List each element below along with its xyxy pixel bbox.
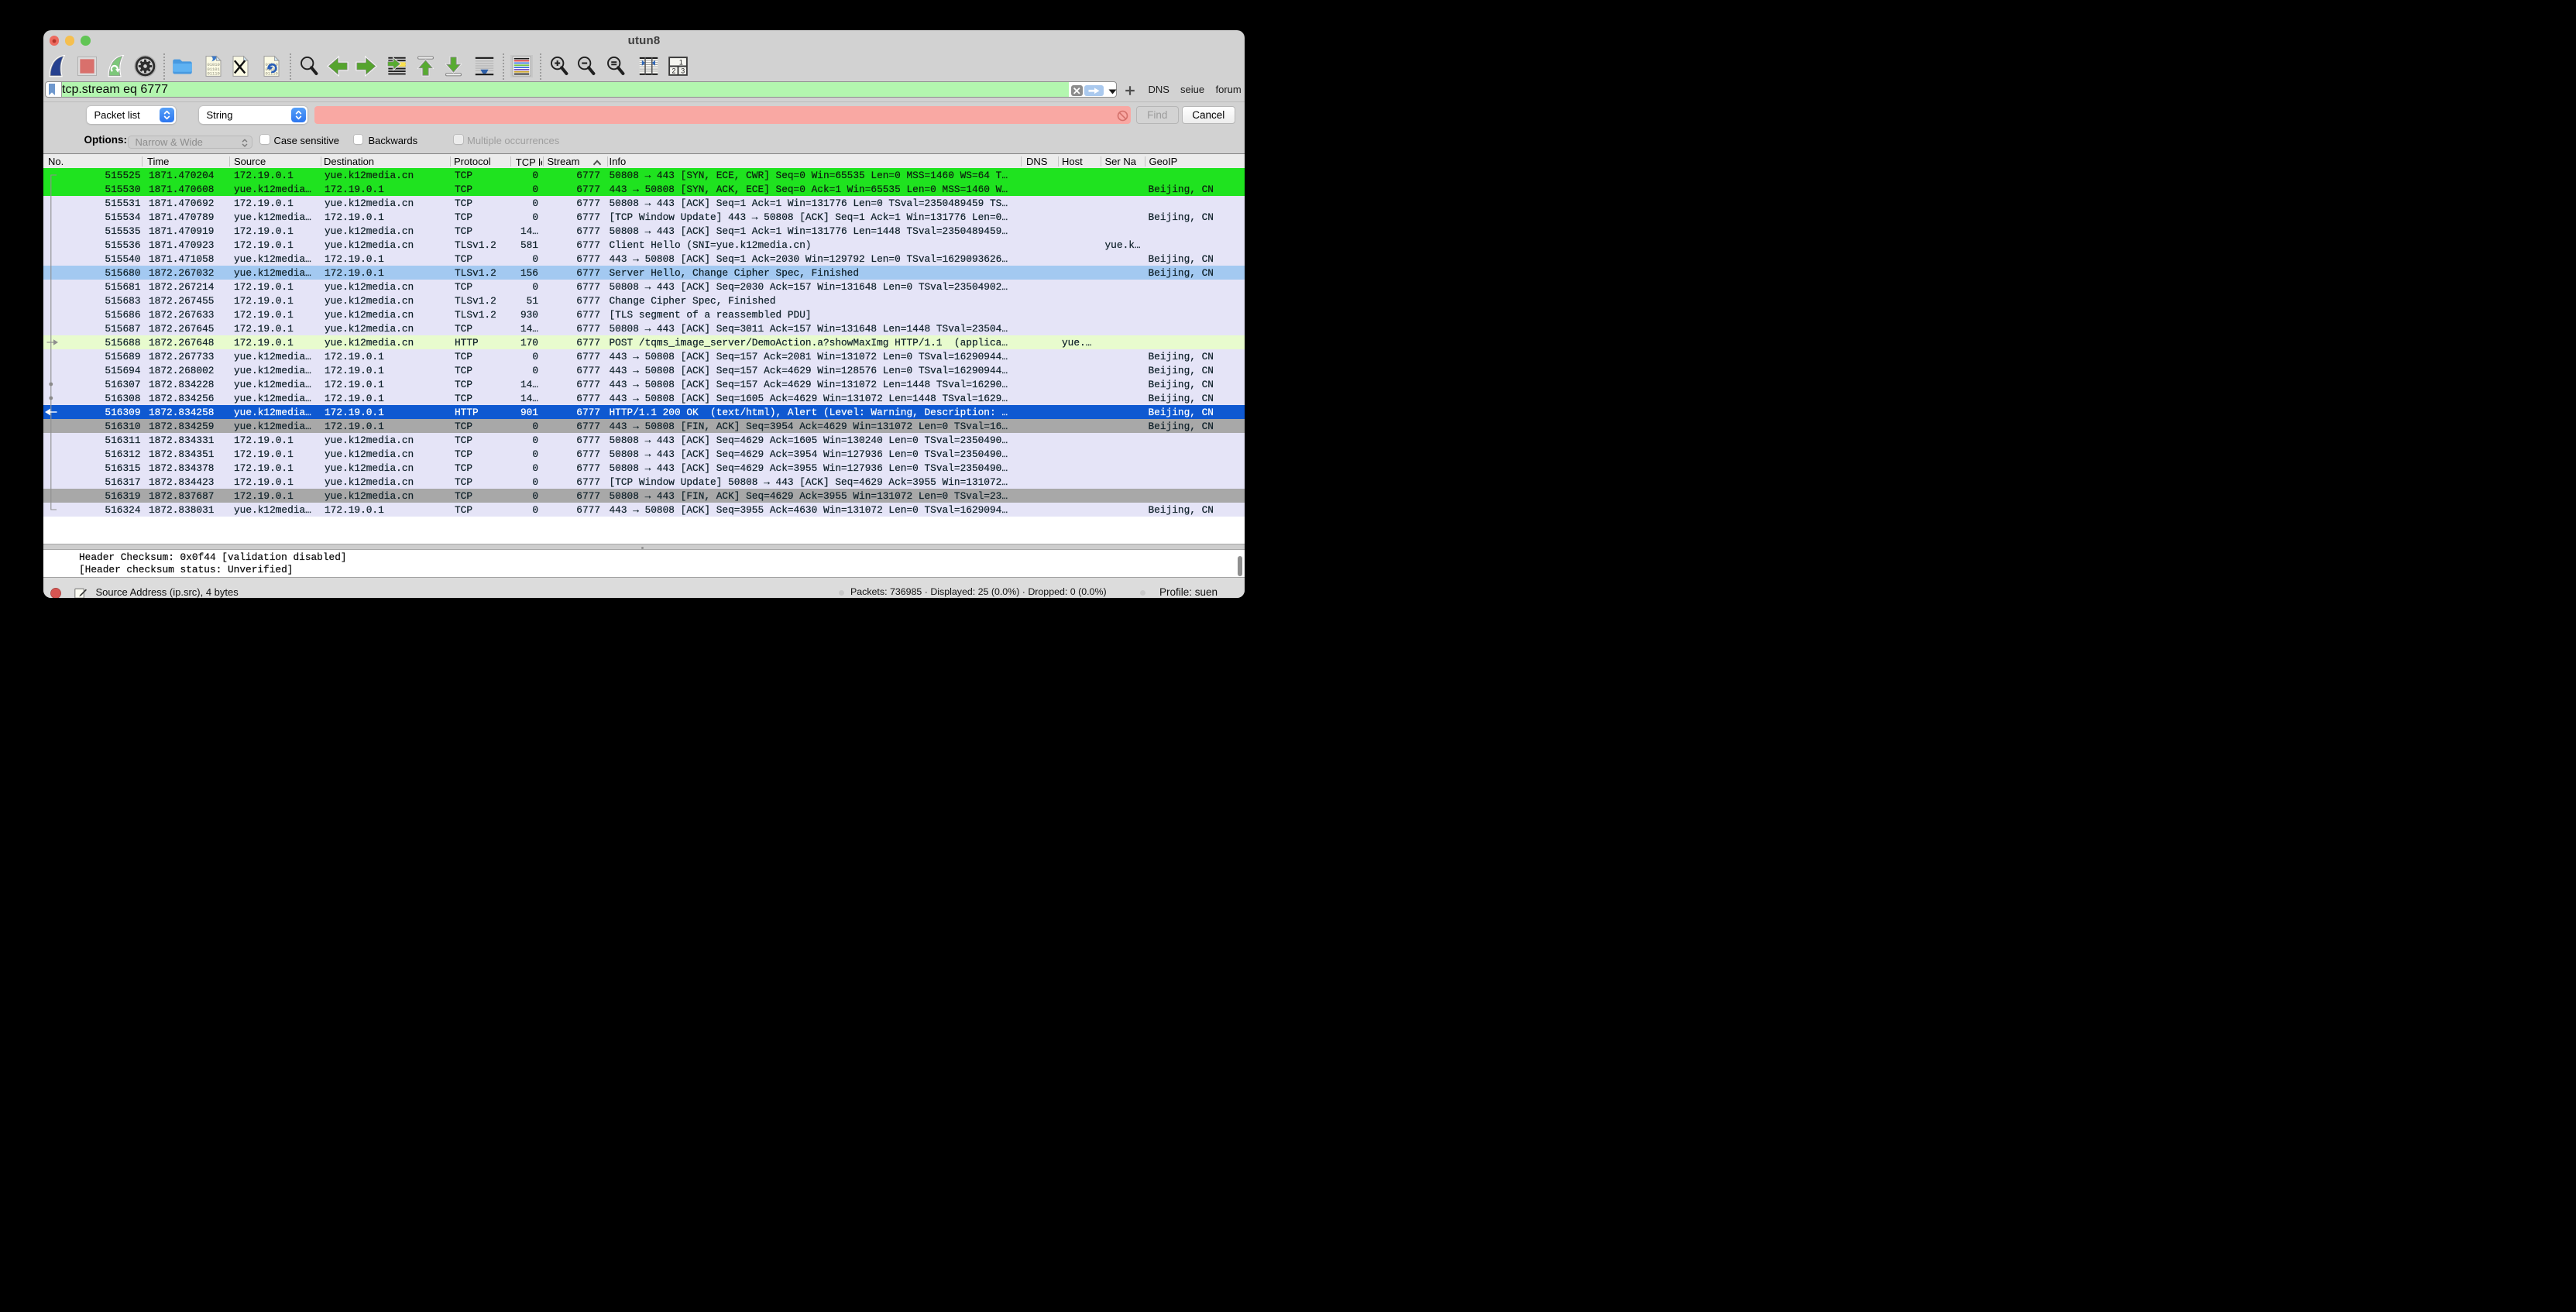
svg-text:01110: 01110 bbox=[207, 70, 219, 76]
svg-text:1: 1 bbox=[678, 58, 682, 66]
svg-text:2: 2 bbox=[671, 67, 675, 74]
svg-text:3: 3 bbox=[681, 67, 685, 74]
